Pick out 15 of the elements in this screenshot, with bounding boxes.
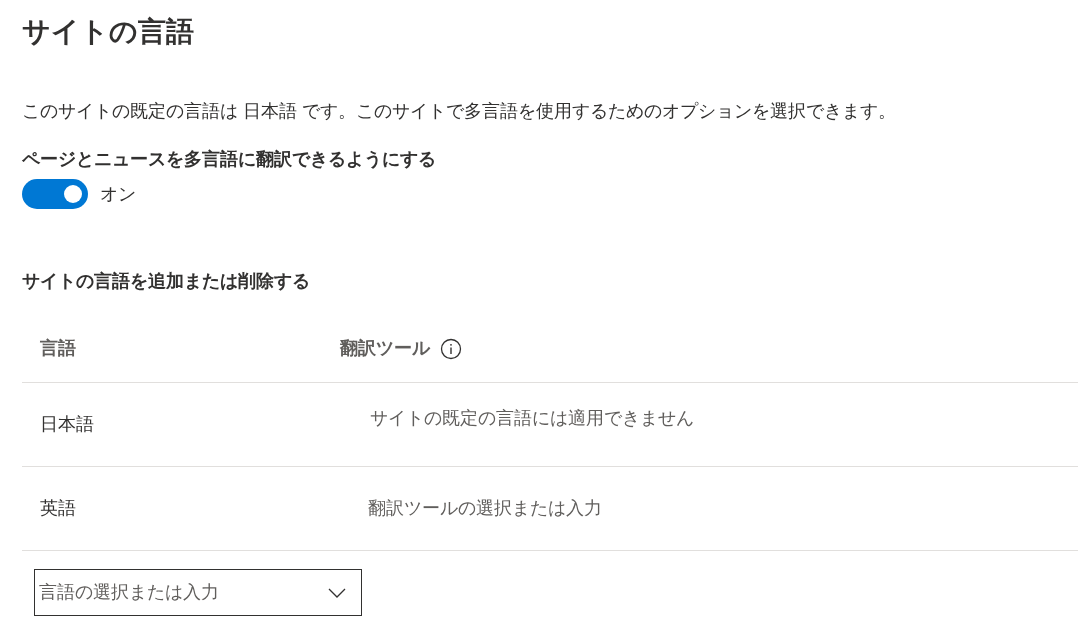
info-icon[interactable]: [440, 337, 462, 360]
translator-note: サイトの既定の言語には適用できません: [369, 407, 694, 430]
section-heading: サイトの言語を追加または削除する: [22, 270, 311, 293]
chevron-down-icon[interactable]: [328, 588, 346, 598]
column-header: 言語: [39, 337, 77, 360]
setting-label: ページとニュースを多言語に翻訳できるようにする: [22, 148, 437, 171]
language-cell-text: 英語: [39, 497, 77, 520]
description: このサイトの既定の言語は 日本語 です。このサイトで多言語を使用するためのオプションを選択できます。: [22, 100, 897, 123]
translator-field[interactable]: 翻訳ツールの選択または入力: [368, 492, 768, 525]
page-title: サイトの言語: [22, 15, 195, 49]
toggle-switch[interactable]: [22, 179, 88, 209]
language-cell-text: 日本語: [39, 413, 95, 436]
language-dropdown[interactable]: 言語の選択または入力: [34, 569, 362, 616]
column-header: 翻訳ツール: [340, 337, 430, 360]
toggle-label: オン: [100, 183, 136, 206]
